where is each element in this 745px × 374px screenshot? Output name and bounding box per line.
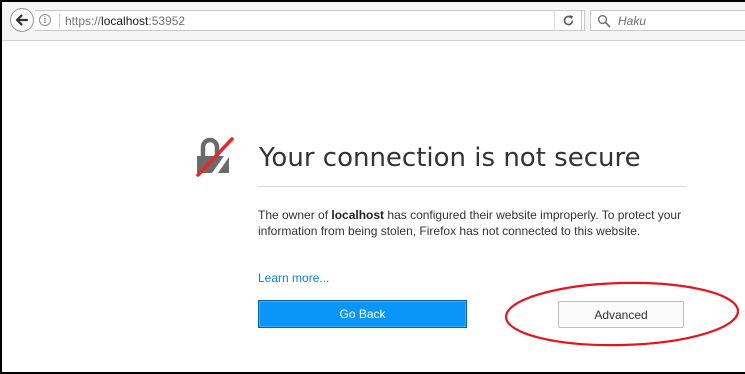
browser-window: i https://localhost:53952 Haku Your conn… bbox=[0, 0, 745, 374]
advanced-button[interactable]: Advanced bbox=[558, 301, 684, 328]
go-back-button[interactable]: Go Back bbox=[258, 300, 467, 328]
reload-icon bbox=[563, 15, 574, 26]
url-port: :53952 bbox=[148, 14, 186, 28]
back-button[interactable] bbox=[10, 8, 34, 32]
navigation-toolbar: i https://localhost:53952 Haku bbox=[2, 2, 745, 41]
url-text[interactable]: https://localhost:53952 bbox=[65, 13, 185, 29]
search-bar[interactable]: Haku bbox=[590, 10, 745, 31]
learn-more-link[interactable]: Learn more... bbox=[258, 270, 329, 286]
description-prefix: The owner of bbox=[258, 208, 332, 222]
error-description: The owner of localhost has configured th… bbox=[258, 207, 688, 239]
back-arrow-icon bbox=[15, 14, 29, 26]
url-separator bbox=[59, 14, 60, 28]
search-input[interactable]: Haku bbox=[618, 13, 646, 29]
broken-lock-icon bbox=[196, 137, 234, 177]
url-host: localhost bbox=[101, 14, 149, 28]
url-bar[interactable]: i https://localhost:53952 bbox=[35, 10, 585, 31]
search-magnifier-icon bbox=[597, 14, 611, 28]
description-host: localhost bbox=[331, 208, 385, 222]
url-scheme: https:// bbox=[65, 14, 102, 28]
title-divider bbox=[258, 186, 686, 187]
info-icon[interactable]: i bbox=[39, 14, 51, 26]
page-title: Your connection is not secure bbox=[259, 143, 641, 173]
reload-button[interactable] bbox=[554, 10, 582, 31]
